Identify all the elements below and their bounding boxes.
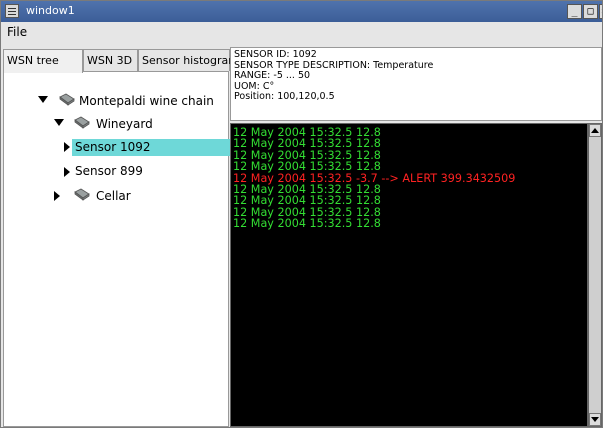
log-line: 12 May 2004 15:32.5 12.8 (233, 217, 381, 231)
collapse-arrow-icon[interactable] (54, 191, 60, 201)
tab-label: Sensor histogram (142, 54, 239, 67)
log-lines: 12 May 2004 15:32.5 12.8 12 May 2004 15:3… (233, 127, 515, 230)
window-menu-icon[interactable] (5, 4, 19, 18)
log-console[interactable]: 12 May 2004 15:32.5 12.8 12 May 2004 15:3… (230, 123, 588, 427)
tab-label: WSN tree (7, 54, 59, 67)
tab-wsn-3d[interactable]: WSN 3D (83, 49, 138, 71)
expand-arrow-icon[interactable] (38, 96, 48, 103)
menu-file[interactable]: File (7, 25, 27, 39)
expand-arrow-icon[interactable] (54, 119, 64, 126)
window-title: window1 (26, 4, 75, 17)
sensor-info-panel: SENSOR ID: 1092 SENSOR TYPE DESCRIPTION:… (230, 47, 602, 121)
wsn-tree: Montepaldi wine chain Wineyard Sensor 10… (3, 71, 230, 427)
sensor-group-icon (74, 116, 90, 129)
tree-node-sensor-899[interactable]: Sensor 899 (75, 164, 143, 178)
maximize-icon[interactable]: □ (583, 4, 598, 19)
log-line: 12 May 2004 15:32.5 12.8 (233, 160, 381, 174)
tab-label: WSN 3D (87, 54, 133, 67)
arrow-down-icon (591, 417, 599, 422)
scroll-down-button[interactable] (589, 413, 601, 426)
sensor-range: RANGE: -5 ... 50 (234, 70, 311, 81)
menu-bar: File (1, 22, 602, 43)
sensor-group-icon (74, 188, 90, 201)
tree-node-wineyard[interactable]: Wineyard (96, 117, 153, 131)
sensor-position: Position: 100,120,0.5 (234, 91, 335, 102)
title-bar[interactable]: window1 _ □ × (1, 1, 602, 22)
tab-sensor-histogram[interactable]: Sensor histogram (138, 49, 239, 71)
arrow-up-icon (591, 128, 599, 133)
vertical-scrollbar[interactable] (588, 123, 602, 427)
app-window: window1 _ □ × File WSN tree WSN 3D Senso… (0, 0, 603, 428)
close-icon[interactable]: × (599, 4, 602, 19)
left-pane: WSN tree WSN 3D Sensor histogram Montepa… (3, 49, 239, 427)
collapse-arrow-icon[interactable] (64, 142, 70, 152)
collapse-arrow-icon[interactable] (64, 167, 70, 177)
tree-node-root[interactable]: Montepaldi wine chain (79, 94, 214, 108)
scroll-up-button[interactable] (589, 124, 601, 137)
tab-wsn-tree[interactable]: WSN tree (3, 49, 83, 73)
sensor-group-icon (59, 93, 75, 106)
minimize-icon[interactable]: _ (567, 4, 582, 19)
tree-node-sensor-1092[interactable]: Sensor 1092 (75, 140, 151, 154)
tree-node-cellar[interactable]: Cellar (96, 189, 131, 203)
sensor-id: SENSOR ID: 1092 (234, 49, 317, 60)
right-pane: SENSOR ID: 1092 SENSOR TYPE DESCRIPTION:… (230, 47, 602, 427)
